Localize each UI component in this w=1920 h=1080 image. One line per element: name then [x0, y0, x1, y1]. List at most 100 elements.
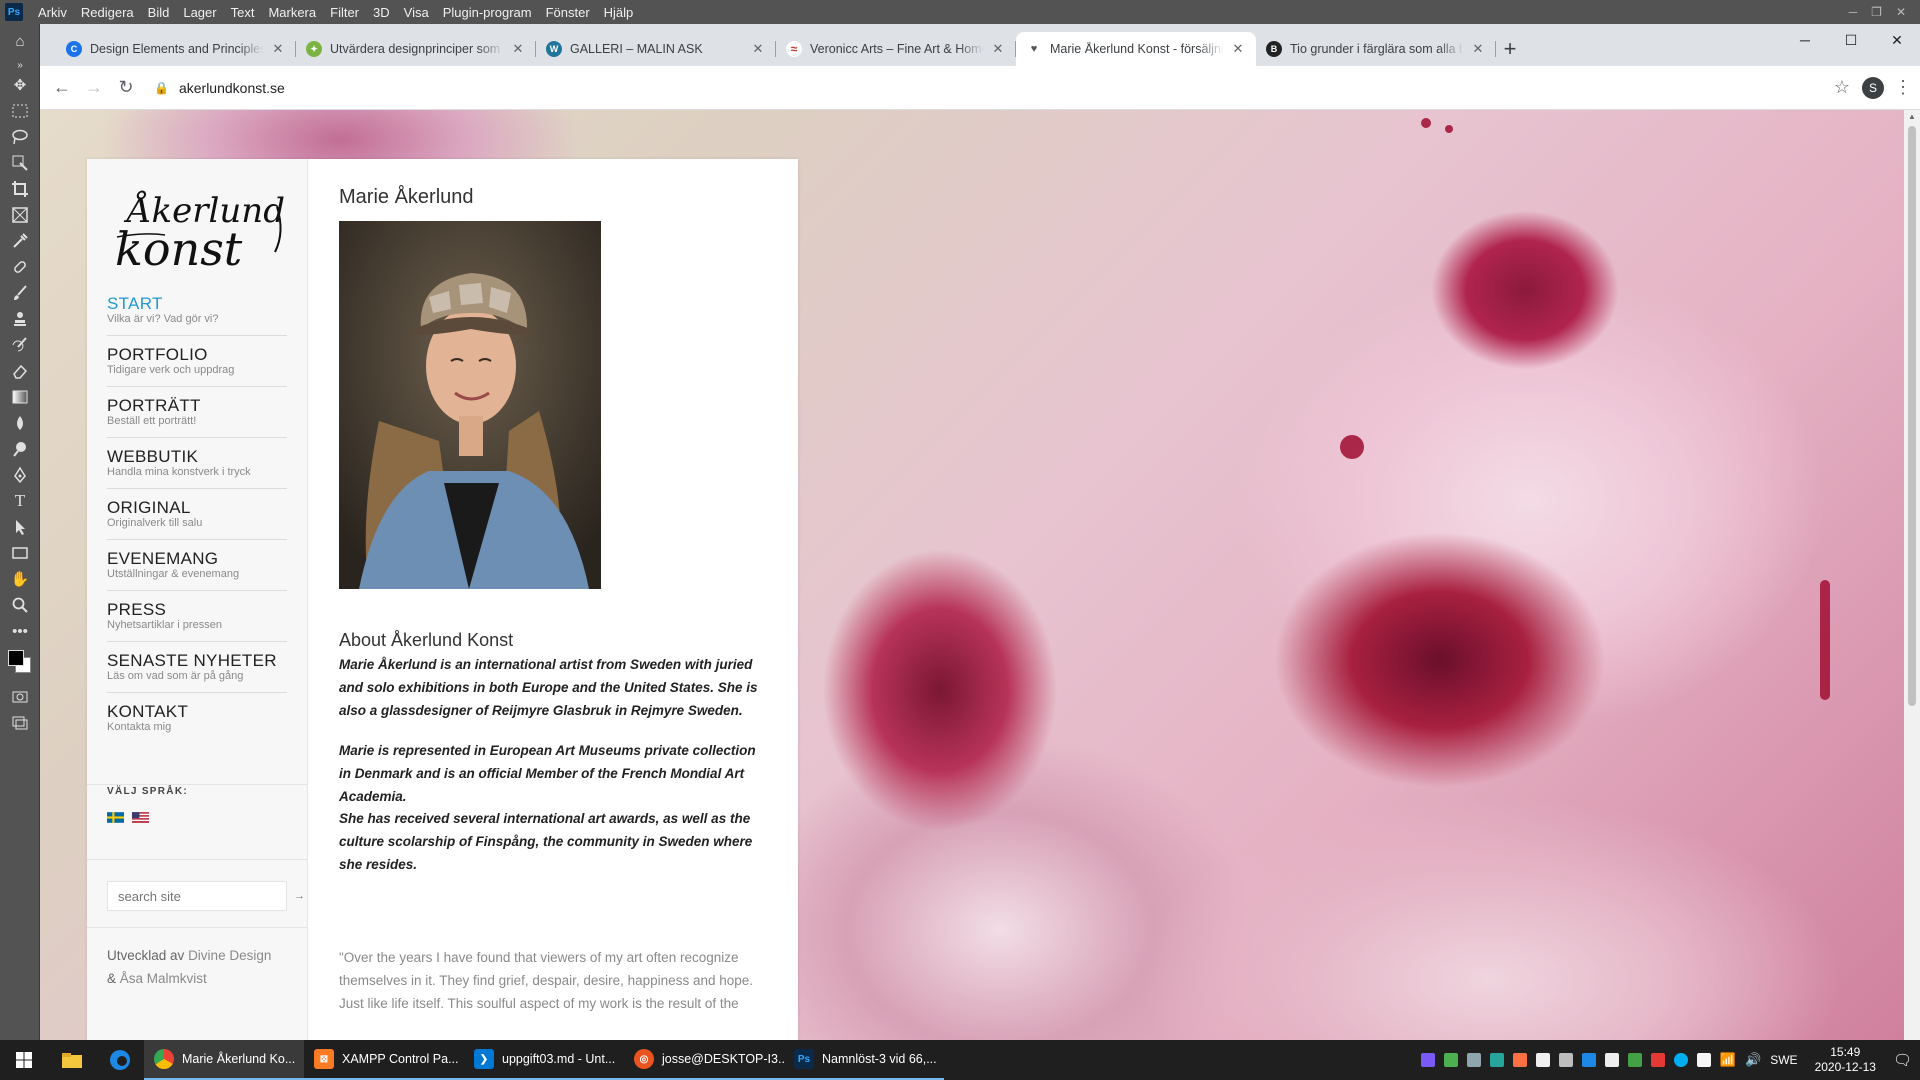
- nav-label[interactable]: KONTAKT: [107, 703, 287, 720]
- nav-label[interactable]: ORIGINAL: [107, 499, 287, 516]
- dodge-tool-icon[interactable]: [0, 436, 40, 462]
- menu-arkiv[interactable]: Arkiv: [31, 5, 74, 20]
- browser-tab-active[interactable]: ♥ Marie Åkerlund Konst - försäljnin ✕: [1016, 32, 1256, 66]
- color-swatches[interactable]: [0, 644, 40, 684]
- close-tab-icon[interactable]: ✕: [270, 41, 286, 57]
- nav-label[interactable]: WEBBUTIK: [107, 448, 287, 465]
- url-text[interactable]: akerlundkonst.se: [179, 80, 285, 96]
- file-explorer-icon[interactable]: [48, 1040, 96, 1080]
- site-logo[interactable]: Åkerlund konst: [105, 177, 290, 277]
- marquee-tool-icon[interactable]: [0, 98, 40, 124]
- screen-mode-icon[interactable]: [0, 710, 40, 736]
- close-tab-icon[interactable]: ✕: [1470, 41, 1486, 57]
- menu-visa[interactable]: Visa: [397, 5, 436, 20]
- menu-bild[interactable]: Bild: [141, 5, 177, 20]
- tray-app-icon[interactable]: [1558, 1053, 1573, 1067]
- browser-tab[interactable]: C Design Elements and Principles - ✕: [56, 32, 296, 66]
- menu-3d[interactable]: 3D: [366, 5, 397, 20]
- taskbar-app-xampp[interactable]: ⊠ XAMPP Control Pa...: [304, 1040, 464, 1080]
- nav-label[interactable]: START: [107, 295, 287, 312]
- menu-text[interactable]: Text: [224, 5, 262, 20]
- move-tool-icon[interactable]: ✥: [0, 72, 40, 98]
- nav-item-webbutik[interactable]: WEBBUTIK Handla mina konstverk i tryck: [107, 438, 287, 489]
- crop-tool-icon[interactable]: [0, 176, 40, 202]
- close-tab-icon[interactable]: ✕: [1230, 41, 1246, 57]
- browser-tab[interactable]: W GALLERI – MALIN ASK ✕: [536, 32, 776, 66]
- menu-plugin-program[interactable]: Plugin-program: [436, 5, 539, 20]
- tray-app-icon[interactable]: [1604, 1053, 1619, 1067]
- rectangle-tool-icon[interactable]: [0, 540, 40, 566]
- taskbar-app-vscode[interactable]: ❯ uppgift03.md - Unt...: [464, 1040, 624, 1080]
- nav-item-kontakt[interactable]: KONTAKT Kontakta mig: [107, 693, 287, 744]
- system-clock[interactable]: 15:49 2020-12-13: [1815, 1045, 1876, 1075]
- photoshop-logo-icon[interactable]: Ps: [5, 3, 23, 21]
- new-tab-plus-icon[interactable]: +: [1496, 32, 1524, 66]
- gradient-tool-icon[interactable]: [0, 384, 40, 410]
- bluetooth-icon[interactable]: [1581, 1053, 1596, 1067]
- menu-fonster[interactable]: Fönster: [539, 5, 597, 20]
- nav-label[interactable]: SENASTE NYHETER: [107, 652, 287, 669]
- close-tab-icon[interactable]: ✕: [510, 41, 526, 57]
- menu-filter[interactable]: Filter: [323, 5, 366, 20]
- eraser-tool-icon[interactable]: [0, 358, 40, 384]
- bookmark-star-icon[interactable]: ☆: [1834, 77, 1850, 98]
- browser-menu-icon[interactable]: ⋮: [1894, 77, 1912, 98]
- taskbar-app-ubuntu[interactable]: ◎ josse@DESKTOP-I3...: [624, 1040, 784, 1080]
- nav-label[interactable]: EVENEMANG: [107, 550, 287, 567]
- object-select-tool-icon[interactable]: [0, 150, 40, 176]
- input-language-indicator[interactable]: SWE: [1770, 1053, 1797, 1067]
- skype-icon[interactable]: [1673, 1053, 1688, 1067]
- browser-maximize-icon[interactable]: ☐: [1828, 24, 1874, 56]
- lock-icon[interactable]: 🔒: [154, 81, 169, 95]
- nav-item-senaste-nyheter[interactable]: SENASTE NYHETER Läs om vad som är på gån…: [107, 642, 287, 693]
- tray-app-icon[interactable]: [1420, 1053, 1435, 1067]
- us-flag-icon[interactable]: [132, 812, 149, 823]
- zoom-tool-icon[interactable]: [0, 592, 40, 618]
- ps-minimize-icon[interactable]: ─: [1849, 5, 1858, 19]
- close-tab-icon[interactable]: ✕: [990, 41, 1006, 57]
- pen-tool-icon[interactable]: [0, 462, 40, 488]
- foreground-color-swatch[interactable]: [8, 650, 24, 666]
- tray-app-icon[interactable]: [1650, 1053, 1665, 1067]
- home-icon[interactable]: ⌂: [0, 24, 40, 58]
- search-input[interactable]: [118, 888, 294, 904]
- browser-tab[interactable]: ≈ Veronicc Arts – Fine Art & Home ✕: [776, 32, 1016, 66]
- ps-restore-icon[interactable]: ❐: [1871, 5, 1882, 19]
- nav-item-portfolio[interactable]: PORTFOLIO Tidigare verk och uppdrag: [107, 336, 287, 387]
- healing-brush-tool-icon[interactable]: [0, 254, 40, 280]
- windows-start-icon[interactable]: [0, 1040, 48, 1080]
- search-arrow-icon[interactable]: →: [294, 890, 305, 902]
- collapse-icon[interactable]: »: [0, 58, 40, 72]
- stamp-tool-icon[interactable]: [0, 306, 40, 332]
- browser-tab[interactable]: ✦ Utvärdera designprinciper som v ✕: [296, 32, 536, 66]
- browser-close-icon[interactable]: ✕: [1874, 24, 1920, 56]
- menu-markera[interactable]: Markera: [261, 5, 323, 20]
- blur-tool-icon[interactable]: [0, 410, 40, 436]
- nav-item-original[interactable]: ORIGINAL Originalverk till salu: [107, 489, 287, 540]
- hand-tool-icon[interactable]: ✋: [0, 566, 40, 592]
- forward-arrow-icon[interactable]: →: [80, 74, 108, 102]
- frame-tool-icon[interactable]: [0, 202, 40, 228]
- tray-app-icon[interactable]: [1535, 1053, 1550, 1067]
- nav-label[interactable]: PORTRÄTT: [107, 397, 287, 414]
- scroll-up-arrow-icon[interactable]: ▲: [1908, 112, 1916, 121]
- site-search[interactable]: →: [107, 881, 305, 911]
- close-tab-icon[interactable]: ✕: [750, 41, 766, 57]
- quick-mask-icon[interactable]: [0, 684, 40, 710]
- url-field[interactable]: 🔒 akerlundkonst.se: [144, 72, 1822, 103]
- nav-label[interactable]: PORTFOLIO: [107, 346, 287, 363]
- notifications-icon[interactable]: 🗨: [1893, 1051, 1912, 1069]
- taskbar-app-chrome[interactable]: Marie Åkerlund Ko...: [144, 1040, 304, 1080]
- tray-app-icon[interactable]: [1512, 1053, 1527, 1067]
- menu-redigera[interactable]: Redigera: [74, 5, 141, 20]
- tray-app-icon[interactable]: [1443, 1053, 1458, 1067]
- nav-item-portratt[interactable]: PORTRÄTT Beställ ett porträtt!: [107, 387, 287, 438]
- eyedropper-tool-icon[interactable]: [0, 228, 40, 254]
- lasso-tool-icon[interactable]: [0, 124, 40, 150]
- brush-tool-icon[interactable]: [0, 280, 40, 306]
- reload-icon[interactable]: ↻: [112, 74, 140, 102]
- tray-app-icon[interactable]: [1627, 1053, 1642, 1067]
- menu-hjalp[interactable]: Hjälp: [597, 5, 641, 20]
- profile-avatar[interactable]: S: [1862, 76, 1884, 99]
- menu-lager[interactable]: Lager: [176, 5, 223, 20]
